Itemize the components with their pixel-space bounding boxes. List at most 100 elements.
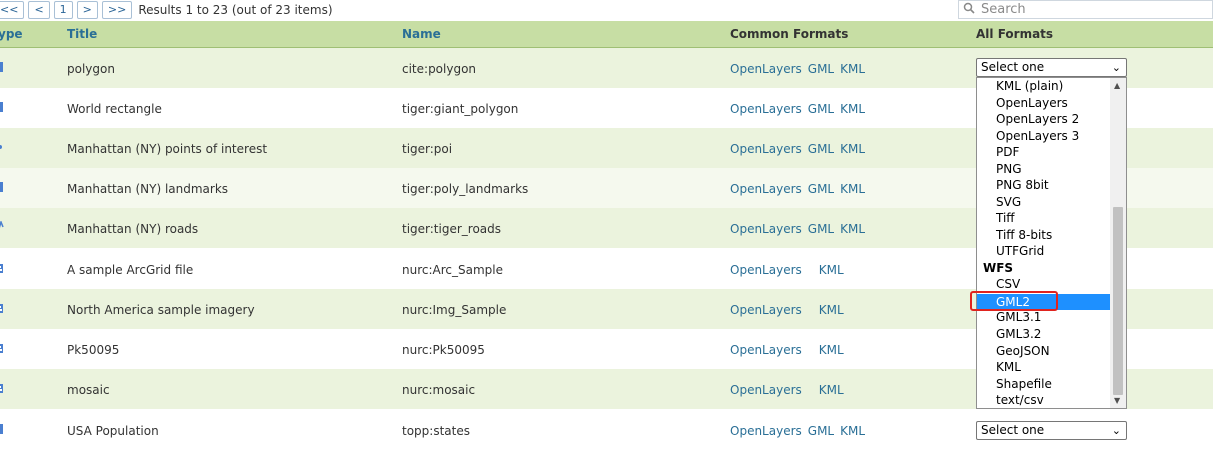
layer-name: nurc:Pk50095 — [402, 343, 485, 357]
dropdown-option[interactable]: GeoJSON — [996, 343, 1050, 359]
dropdown-option[interactable]: Shapefile — [996, 376, 1052, 392]
dropdown-option[interactable]: OpenLayers 2 — [996, 111, 1079, 127]
common-formats: OpenLayers KML — [730, 343, 850, 357]
search-placeholder: Search — [981, 2, 1026, 17]
openlayers-link[interactable]: OpenLayers — [730, 182, 802, 196]
table-row: USA Population topp:states OpenLayers GML… — [0, 410, 1213, 449]
common-formats: OpenLayers GML KML — [730, 62, 871, 76]
dropdown-option[interactable]: OpenLayers — [996, 95, 1068, 111]
layer-name: cite:polygon — [402, 62, 477, 76]
common-formats: OpenLayers GML KML — [730, 102, 871, 116]
column-name[interactable]: Name — [402, 27, 441, 41]
openlayers-link[interactable]: OpenLayers — [730, 303, 802, 317]
layer-type-icon — [0, 221, 4, 228]
first-page-button[interactable]: << — [0, 1, 25, 19]
dropdown-option[interactable]: KML (plain) — [996, 78, 1063, 94]
paging-bar: << < 1 > >> Results 1 to 23 (out of 23 i… — [0, 0, 1213, 20]
layer-type-icon — [0, 384, 3, 393]
kml-link[interactable]: KML — [840, 222, 865, 236]
kml-link[interactable]: KML — [840, 102, 865, 116]
gml-link[interactable]: GML — [808, 142, 834, 156]
common-formats: OpenLayers KML — [730, 383, 850, 397]
dropdown-option[interactable]: PNG — [996, 161, 1022, 177]
annotation-highlight-box — [970, 291, 1058, 311]
gml-link[interactable]: GML — [808, 62, 834, 76]
common-formats: OpenLayers KML — [730, 303, 850, 317]
layer-type-icon — [0, 264, 3, 273]
layer-type-icon — [0, 62, 3, 72]
kml-link[interactable]: KML — [840, 424, 865, 438]
dropdown-option[interactable]: Tiff — [996, 210, 1015, 226]
kml-link[interactable]: KML — [840, 182, 865, 196]
layer-type-icon — [0, 145, 2, 149]
dropdown-option[interactable]: PDF — [996, 144, 1019, 160]
layer-title: Manhattan (NY) roads — [67, 222, 199, 236]
dropdown-option[interactable]: SVG — [996, 194, 1021, 210]
openlayers-link[interactable]: OpenLayers — [730, 222, 802, 236]
column-title[interactable]: Title — [67, 27, 97, 41]
gml-link[interactable]: GML — [808, 222, 834, 236]
layer-name: nurc:Img_Sample — [402, 303, 507, 317]
scroll-up-icon[interactable]: ▲ — [1114, 81, 1120, 90]
chevron-down-icon: ⌄ — [1111, 424, 1121, 437]
layer-type-icon — [0, 344, 3, 353]
layer-title: Manhattan (NY) landmarks — [67, 182, 229, 196]
search-input[interactable]: Search — [958, 0, 1213, 19]
scrollbar-thumb[interactable] — [1113, 207, 1123, 395]
layer-type-icon — [0, 304, 3, 313]
openlayers-link[interactable]: OpenLayers — [730, 343, 802, 357]
search-icon — [963, 2, 975, 18]
openlayers-link[interactable]: OpenLayers — [730, 102, 802, 116]
page-1-button[interactable]: 1 — [53, 1, 73, 19]
all-formats-select[interactable]: Select one ⌄ — [976, 58, 1127, 77]
column-type[interactable]: ype — [0, 27, 23, 41]
kml-link[interactable]: KML — [819, 383, 844, 397]
scroll-down-icon[interactable]: ▼ — [1114, 396, 1120, 405]
openlayers-link[interactable]: OpenLayers — [730, 142, 802, 156]
dropdown-scrollbar[interactable]: ▲ ▼ — [1110, 78, 1126, 408]
gml-link[interactable]: GML — [808, 182, 834, 196]
openlayers-link[interactable]: OpenLayers — [730, 383, 802, 397]
layer-name: tiger:poi — [402, 142, 453, 156]
kml-link[interactable]: KML — [819, 303, 844, 317]
last-page-button[interactable]: >> — [101, 1, 133, 19]
dropdown-option[interactable]: KML — [996, 359, 1021, 375]
kml-link[interactable]: KML — [840, 142, 865, 156]
kml-link[interactable]: KML — [840, 62, 865, 76]
column-all-formats: All Formats — [976, 27, 1054, 41]
formats-dropdown-list[interactable]: KML (plain) OpenLayers OpenLayers 2 Open… — [976, 77, 1127, 409]
layer-title: mosaic — [67, 383, 110, 397]
layer-title: Manhattan (NY) points of interest — [67, 142, 268, 156]
chevron-down-icon: ⌄ — [1111, 61, 1121, 74]
dropdown-option[interactable]: text/csv — [996, 392, 1044, 408]
dropdown-option[interactable]: UTFGrid — [996, 243, 1044, 259]
layer-name: tiger:poly_landmarks — [402, 182, 529, 196]
layer-name: tiger:tiger_roads — [402, 222, 502, 236]
kml-link[interactable]: KML — [819, 263, 844, 277]
kml-link[interactable]: KML — [819, 343, 844, 357]
dropdown-option[interactable]: Tiff 8-bits — [996, 227, 1052, 243]
layer-title: World rectangle — [67, 102, 162, 116]
layer-title: North America sample imagery — [67, 303, 255, 317]
gml-link[interactable]: GML — [808, 424, 834, 438]
openlayers-link[interactable]: OpenLayers — [730, 263, 802, 277]
column-common-formats: Common Formats — [730, 27, 849, 41]
next-page-button[interactable]: > — [76, 1, 98, 19]
layer-title: polygon — [67, 62, 115, 76]
all-formats-select[interactable]: Select one ⌄ — [976, 421, 1127, 440]
dropdown-option[interactable]: CSV — [996, 276, 1020, 292]
dropdown-option[interactable]: OpenLayers 3 — [996, 128, 1079, 144]
openlayers-link[interactable]: OpenLayers — [730, 424, 802, 438]
openlayers-link[interactable]: OpenLayers — [730, 62, 802, 76]
layer-type-icon — [0, 102, 3, 112]
common-formats: OpenLayers KML — [730, 263, 850, 277]
common-formats: OpenLayers GML KML — [730, 142, 871, 156]
dropdown-option[interactable]: GML3.2 — [996, 326, 1041, 342]
dropdown-option[interactable]: GML3.1 — [996, 309, 1041, 325]
prev-page-button[interactable]: < — [28, 1, 50, 19]
gml-link[interactable]: GML — [808, 102, 834, 116]
common-formats: OpenLayers GML KML — [730, 182, 871, 196]
pager: << < 1 > >> Results 1 to 23 (out of 23 i… — [0, 1, 333, 19]
dropdown-group-label: WFS — [983, 261, 1014, 275]
dropdown-option[interactable]: PNG 8bit — [996, 177, 1049, 193]
